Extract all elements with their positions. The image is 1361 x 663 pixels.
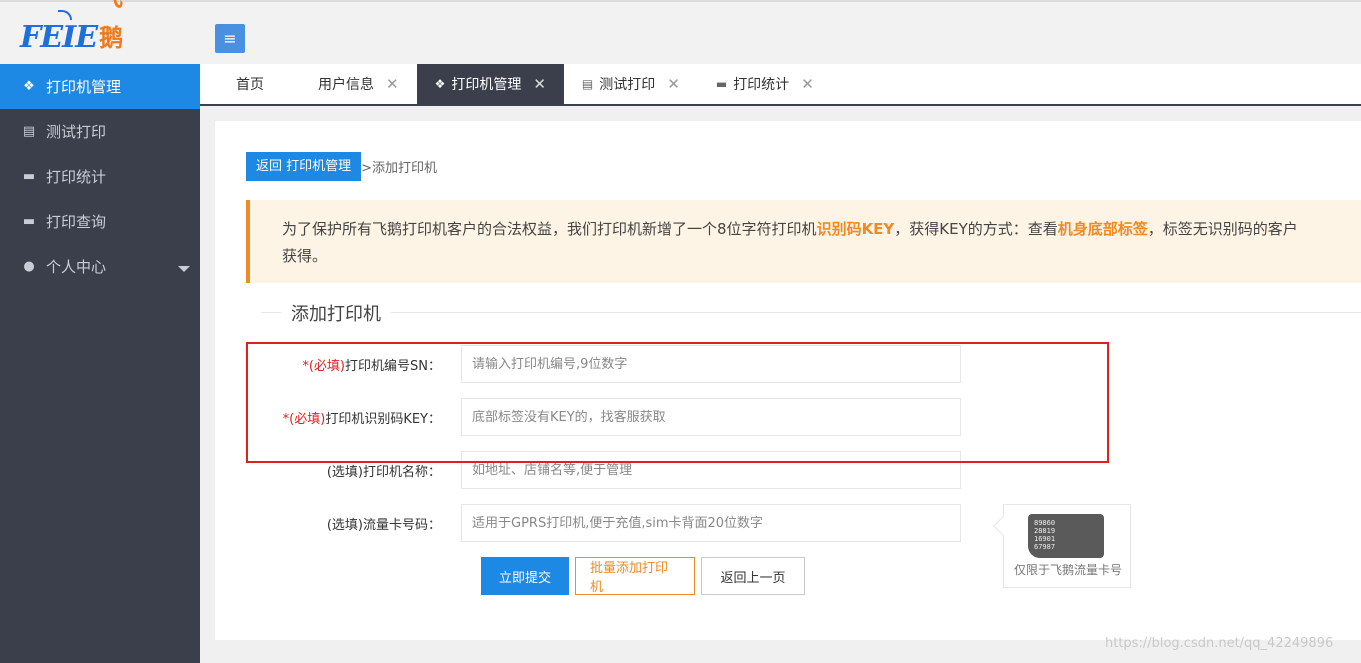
sim-card-input[interactable] <box>461 504 961 542</box>
sim-number-line: 89860 <box>1034 519 1056 527</box>
menu-toggle-button[interactable]: ≡ <box>215 24 245 53</box>
card-row: (选填)流量卡号码： <box>246 504 961 542</box>
name-row: (选填)打印机名称： <box>246 451 961 489</box>
sn-label-text: 打印机编号SN： <box>345 358 441 374</box>
breadcrumb-current: >添加打印机 <box>361 161 438 176</box>
sidebar-item-label: 个人中心 <box>46 258 107 276</box>
sn-row: *(必填)打印机编号SN： <box>246 345 961 383</box>
monitor-icon: ▬ <box>715 77 728 91</box>
sim-card-image: 89860 28819 16901 67987 <box>1028 514 1104 558</box>
sidebar: ❖ 打印机管理 ▤ 测试打印 ▬ 打印统计 ▬ 打印查询 ● 个人中心 <box>0 64 200 663</box>
key-label-text: 打印机识别码KEY： <box>325 411 441 427</box>
close-icon[interactable]: ✕ <box>386 75 399 93</box>
notice-box: 为了保护所有飞鹅打印机客户的合法权益，我们打印机新增了一个8位字符打印机识别码K… <box>246 200 1361 283</box>
sidebar-item-label: 打印统计 <box>46 168 107 186</box>
sn-label: *(必填)打印机编号SN： <box>246 355 461 374</box>
sim-tooltip-caption: 仅限于飞鹅流量卡号 <box>1013 563 1122 577</box>
breadcrumb: 返回 打印机管理 >添加打印机 <box>246 152 437 181</box>
key-label: *(必填)打印机识别码KEY： <box>246 408 461 427</box>
tab-test-print[interactable]: ▤ 测试打印 ✕ <box>564 64 698 104</box>
logo-latin: FEIE <box>20 20 98 55</box>
notice-line-1: 为了保护所有飞鹅打印机客户的合法权益，我们打印机新增了一个8位字符打印机识别码K… <box>282 216 1361 243</box>
tab-label: 测试打印 <box>599 77 656 93</box>
sim-card-tooltip: 89860 28819 16901 67987 仅限于飞鹅流量卡号 <box>993 504 1131 588</box>
tooltip-arrow <box>993 516 1013 536</box>
batch-add-button[interactable]: 批量添加打印机 <box>575 557 695 595</box>
monitor-icon: ▬ <box>22 214 36 229</box>
close-icon[interactable]: ✕ <box>667 75 680 93</box>
tab-label: 打印机管理 <box>451 77 522 93</box>
key-input[interactable] <box>461 398 961 436</box>
document-icon: ▤ <box>581 77 594 91</box>
notice-text: ，标签无识别码的客户 <box>1147 220 1298 238</box>
monitor-icon: ▬ <box>22 169 36 184</box>
form-actions: 立即提交 批量添加打印机 返回上一页 <box>481 557 805 595</box>
watermark: https://blog.csdn.net/qq_42249896 <box>1105 636 1334 651</box>
notice-text: ，获得KEY的方式：查看 <box>894 220 1058 238</box>
chevron-down-icon <box>178 266 190 272</box>
tab-label: 首页 <box>236 77 264 93</box>
submit-button[interactable]: 立即提交 <box>481 557 569 595</box>
hamburger-icon: ≡ <box>223 29 237 48</box>
required-mark: *(必填) <box>302 358 346 374</box>
sim-number-line: 16901 <box>1034 535 1056 543</box>
sim-number-line: 28819 <box>1034 527 1056 535</box>
name-label: (选填)打印机名称： <box>326 464 441 480</box>
sidebar-item-test-print[interactable]: ▤ 测试打印 <box>0 109 200 154</box>
cubes-icon: ❖ <box>23 79 35 94</box>
sim-number-line: 67987 <box>1034 543 1056 551</box>
sn-input[interactable] <box>461 345 961 383</box>
feie-logo[interactable]: FEIE 飞鹅 <box>20 0 140 58</box>
notice-line-2: 获得。 <box>282 247 328 265</box>
sidebar-item-printer-manage[interactable]: ❖ 打印机管理 <box>0 64 200 109</box>
sidebar-item-label: 打印机管理 <box>46 78 122 96</box>
tab-printer-manage[interactable]: ❖ 打印机管理 ✕ <box>416 64 564 104</box>
sidebar-item-label: 测试打印 <box>46 123 107 141</box>
notice-highlight-key: 识别码KEY <box>816 220 895 238</box>
cubes-icon: ❖ <box>434 77 446 91</box>
sidebar-item-label: 打印查询 <box>46 213 107 231</box>
content-panel: 返回 打印机管理 >添加打印机 为了保护所有飞鹅打印机客户的合法权益，我们打印机… <box>215 121 1361 640</box>
sidebar-item-print-stats[interactable]: ▬ 打印统计 <box>0 154 200 199</box>
tab-label: 打印统计 <box>733 77 790 93</box>
tab-print-stats[interactable]: ▬ 打印统计 ✕ <box>698 64 832 104</box>
sidebar-item-print-query[interactable]: ▬ 打印查询 <box>0 199 200 244</box>
printer-name-input[interactable] <box>461 451 961 489</box>
notice-highlight-label: 机身底部标签 <box>1057 220 1148 238</box>
required-mark: *(必填) <box>282 411 326 427</box>
go-back-button[interactable]: 返回上一页 <box>701 557 805 595</box>
logo-cn: 飞鹅 <box>99 0 124 52</box>
sidebar-item-personal-center[interactable]: ● 个人中心 <box>0 244 200 289</box>
tab-home[interactable]: 首页 <box>200 64 300 104</box>
signal-icon <box>58 10 72 20</box>
notice-text: 为了保护所有飞鹅打印机客户的合法权益，我们打印机新增了一个8位字符打印机 <box>282 220 817 238</box>
key-row: *(必填)打印机识别码KEY： <box>246 398 961 436</box>
tab-bar: 首页 用户信息 ✕ ❖ 打印机管理 ✕ ▤ 测试打印 ✕ ▬ 打印统计 ✕ <box>200 64 1361 106</box>
document-icon: ▤ <box>22 124 36 139</box>
form-legend: 添加打印机 <box>261 300 1361 326</box>
card-label: (选填)流量卡号码： <box>326 517 441 533</box>
form-title: 添加打印机 <box>281 300 391 326</box>
tab-user-info[interactable]: 用户信息 ✕ <box>300 64 417 104</box>
back-to-printer-manage-button[interactable]: 返回 打印机管理 <box>246 152 362 181</box>
user-icon: ● <box>23 259 35 274</box>
tab-label: 用户信息 <box>318 77 374 93</box>
close-icon[interactable]: ✕ <box>801 75 814 93</box>
close-icon[interactable]: ✕ <box>533 75 546 93</box>
top-bar: FEIE 飞鹅 ≡ <box>0 0 1361 64</box>
